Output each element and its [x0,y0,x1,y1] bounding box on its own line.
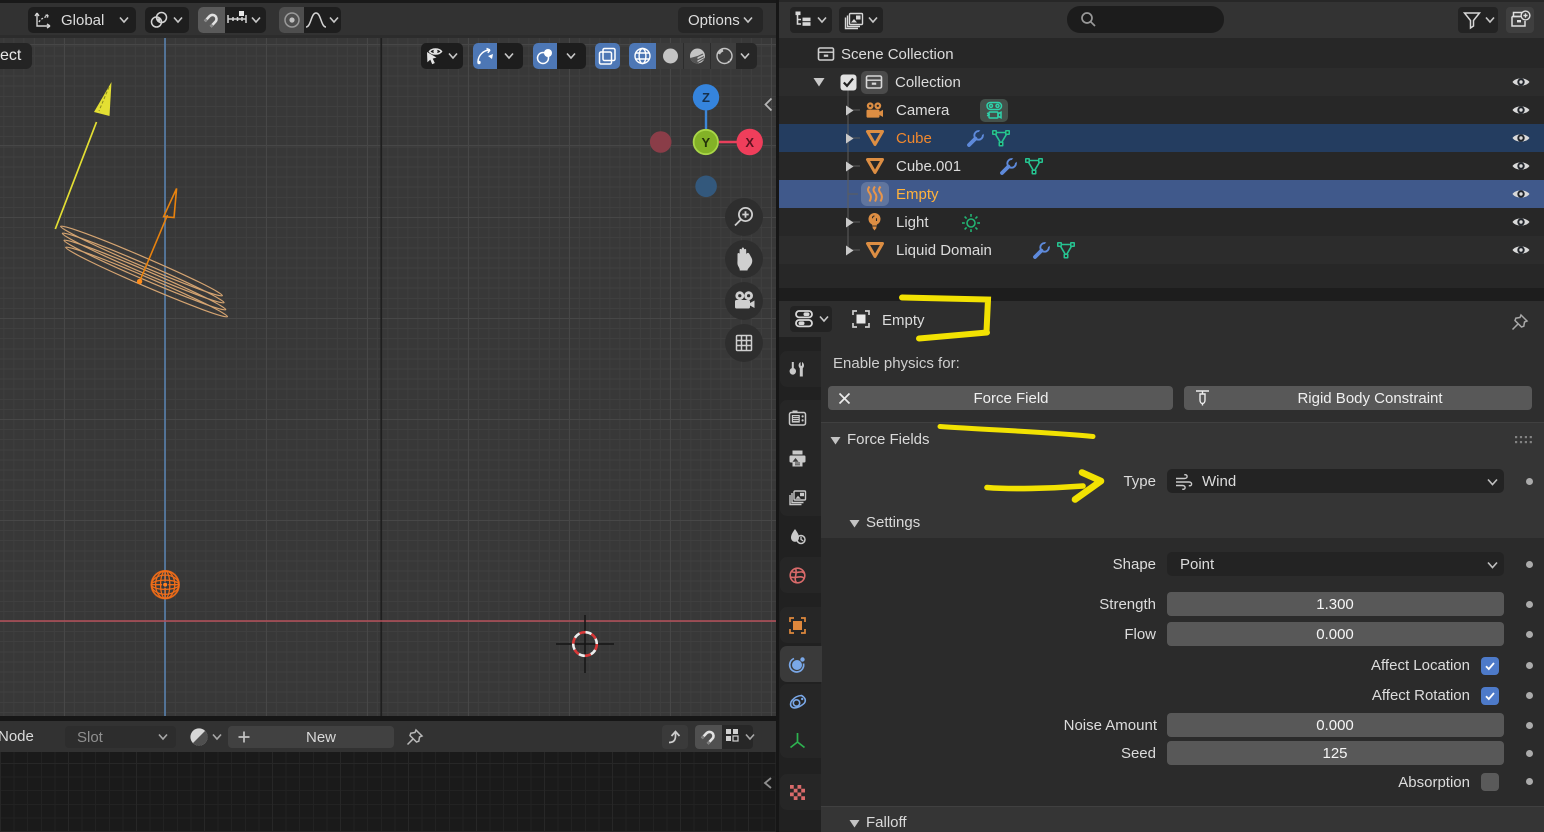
svg-text:Z: Z [702,90,710,105]
svg-text:X: X [745,135,754,150]
svg-text:Y: Y [701,135,710,150]
